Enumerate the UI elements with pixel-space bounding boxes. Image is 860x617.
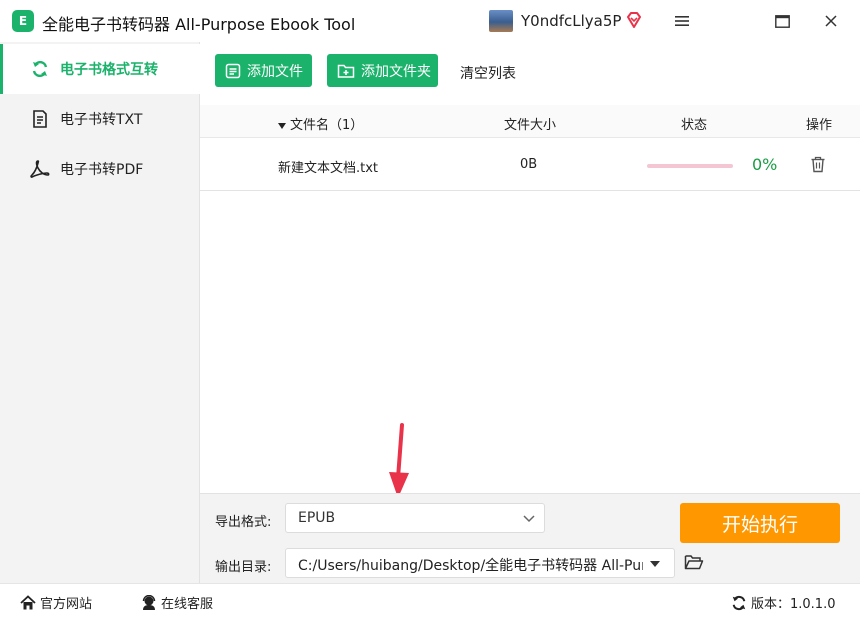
sidebar-item-format-convert[interactable]: 电子书格式互转 — [0, 44, 200, 94]
add-file-button[interactable]: 添加文件 — [215, 54, 312, 87]
official-website-link[interactable]: 官方网站 — [20, 593, 92, 612]
column-header-status: 状态 — [681, 118, 708, 133]
chevron-down-icon — [523, 515, 535, 523]
pdf-icon — [30, 159, 50, 179]
user-avatar[interactable] — [489, 10, 513, 32]
refresh-icon — [30, 59, 50, 79]
user-name[interactable]: Y0ndfcLlya5P — [521, 12, 621, 30]
sidebar-item-to-txt[interactable]: 电子书转TXT — [0, 94, 200, 144]
add-folder-button[interactable]: 添加文件夹 — [327, 54, 438, 87]
main-panel: 添加文件 添加文件夹 清空列表 文件名（1） 文件大小 状态 操作 新建文本文档… — [200, 42, 860, 493]
column-header-name[interactable]: 文件名（1） — [278, 114, 363, 133]
app-title: 全能电子书转码器 All-Purpose Ebook Tool — [42, 15, 356, 34]
sidebar-item-label: 电子书转PDF — [60, 162, 144, 178]
footer: 官方网站 在线客服 版本：1.0.1.0 — [0, 583, 860, 617]
progress-bar — [647, 164, 733, 168]
vip-diamond-icon[interactable] — [625, 11, 643, 29]
version-info: 版本：1.0.1.0 — [731, 593, 835, 612]
format-select[interactable]: EPUB — [285, 503, 545, 533]
title-bar: E 全能电子书转码器 All-Purpose Ebook Tool Y0ndfc… — [0, 0, 860, 42]
output-dir-select[interactable]: C:/Users/huibang/Desktop/全能电子书转码器 All-Pu… — [285, 548, 675, 578]
trash-icon[interactable] — [810, 156, 826, 173]
add-folder-label: 添加文件夹 — [361, 63, 431, 80]
document-icon — [30, 109, 50, 129]
version-label: 版本：1.0.1.0 — [751, 597, 836, 612]
sidebar-item-to-pdf[interactable]: 电子书转PDF — [0, 144, 200, 194]
add-folder-icon — [337, 62, 355, 80]
open-folder-icon[interactable] — [684, 553, 704, 571]
dropdown-caret-icon — [650, 561, 660, 567]
clear-list-button[interactable]: 清空列表 — [460, 63, 516, 83]
maximize-icon[interactable] — [769, 9, 795, 33]
format-select-value: EPUB — [298, 510, 336, 526]
format-label: 导出格式: — [215, 515, 272, 530]
annotation-arrow-icon — [389, 423, 409, 498]
output-dir-label: 输出目录: — [215, 560, 272, 575]
app-logo-text: E — [18, 14, 28, 28]
headset-icon — [142, 594, 156, 610]
start-button[interactable]: 开始执行 — [680, 503, 840, 543]
refresh-icon — [732, 595, 746, 610]
official-website-label: 官方网站 — [40, 597, 93, 612]
sidebar: 电子书格式互转 电子书转TXT 电子书转PDF — [0, 42, 200, 583]
table-header: 文件名（1） 文件大小 状态 操作 — [200, 105, 860, 138]
sidebar-item-label: 电子书格式互转 — [60, 62, 158, 78]
online-service-link[interactable]: 在线客服 — [141, 593, 213, 612]
home-icon — [20, 594, 36, 609]
output-settings-panel: 导出格式: EPUB 输出目录: C:/Users/huibang/Deskto… — [200, 493, 860, 583]
progress-percent: 0% — [752, 155, 778, 174]
add-file-label: 添加文件 — [247, 63, 303, 80]
table-row[interactable]: 新建文本文档.txt 0B 0% — [200, 139, 860, 191]
add-file-icon — [225, 62, 241, 80]
menu-icon[interactable] — [669, 9, 695, 33]
sidebar-item-label: 电子书转TXT — [60, 112, 143, 128]
sort-caret-icon — [278, 122, 286, 129]
app-logo-icon: E — [12, 10, 34, 32]
file-size: 0B — [520, 157, 538, 172]
column-header-name-label: 文件名（1） — [290, 118, 364, 133]
column-header-size: 文件大小 — [504, 118, 557, 133]
close-icon[interactable] — [818, 9, 844, 33]
file-name: 新建文本文档.txt — [278, 161, 379, 176]
output-dir-value: C:/Users/huibang/Desktop/全能电子书转码器 All-Pu… — [298, 558, 643, 574]
online-service-label: 在线客服 — [161, 597, 214, 612]
column-header-action: 操作 — [806, 118, 833, 133]
